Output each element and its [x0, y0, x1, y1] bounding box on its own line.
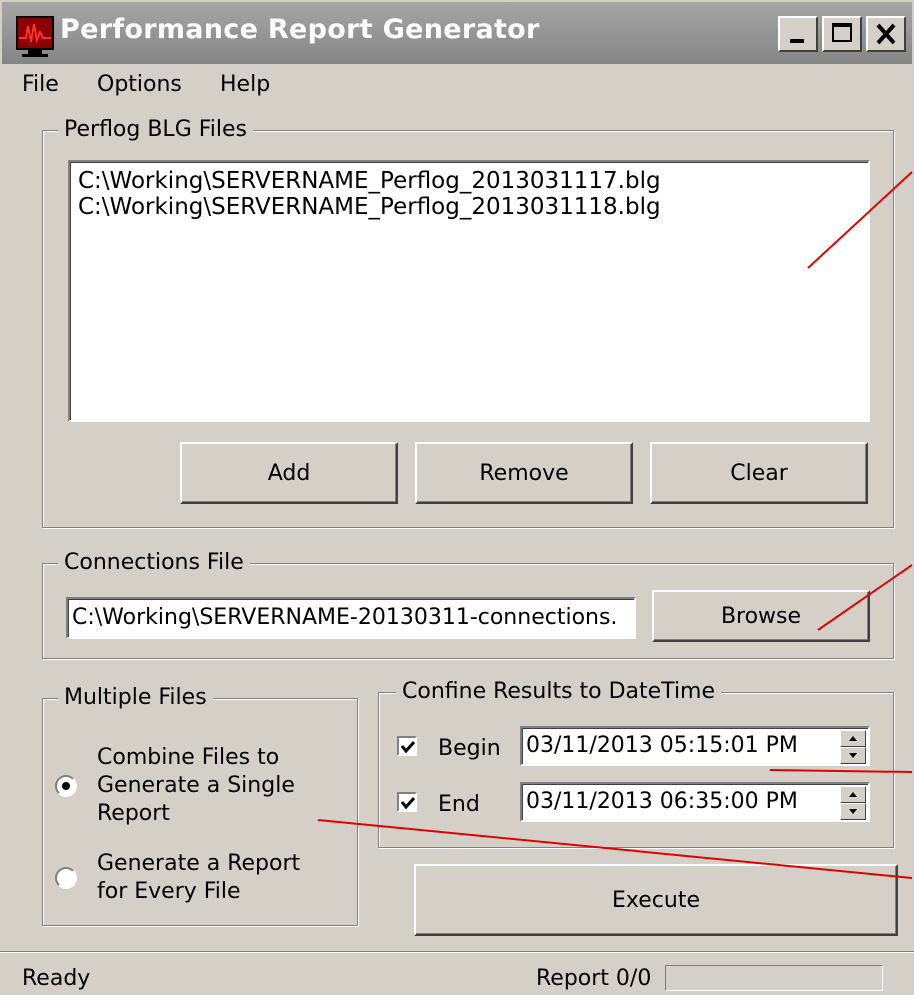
maximize-icon [832, 23, 852, 42]
report-counter: Report 0/0 [536, 966, 652, 991]
title-bar[interactable]: Performance Report Generator [2, 2, 912, 64]
remove-button[interactable]: Remove [415, 442, 633, 504]
clear-button[interactable]: Clear [650, 442, 868, 504]
blg-file-list[interactable]: C:\Working\SERVERNAME_Perflog_2013031117… [68, 160, 870, 422]
checkmark-icon [400, 797, 416, 810]
execute-button[interactable]: Execute [414, 864, 898, 936]
spin-down-icon [849, 753, 857, 758]
begin-label[interactable]: Begin [438, 736, 501, 761]
window-title: Performance Report Generator [60, 14, 540, 45]
perflog-group-label: Perflog BLG Files [58, 117, 254, 143]
connections-path-field[interactable]: C:\Working\SERVERNAME-20130311-connectio… [66, 597, 636, 639]
close-icon [876, 23, 896, 45]
datetime-group-label: Confine Results to DateTime [396, 679, 722, 705]
end-label[interactable]: End [438, 792, 480, 817]
connections-path-value: C:\Working\SERVERNAME-20130311-connectio… [72, 605, 618, 630]
main-window: Performance Report Generator File Option… [0, 0, 914, 995]
begin-spinner[interactable] [840, 730, 866, 764]
spin-up-button[interactable] [840, 730, 866, 747]
spin-down-button[interactable] [840, 747, 866, 764]
menu-options[interactable]: Options [97, 72, 182, 97]
connections-group-label: Connections File [58, 550, 250, 576]
spin-down-button[interactable] [840, 803, 866, 820]
status-separator [0, 951, 914, 953]
combine-files-label[interactable]: Combine Files to Generate a Single Repor… [97, 744, 327, 828]
report-progress-bar [665, 965, 883, 991]
minimize-button[interactable] [778, 16, 818, 52]
browse-button[interactable]: Browse [652, 590, 870, 642]
end-datetime-picker[interactable]: 03/11/2013 06:35:00 PM [520, 782, 870, 822]
maximize-button[interactable] [822, 16, 862, 52]
list-item[interactable]: C:\Working\SERVERNAME_Perflog_2013031118… [78, 194, 661, 220]
end-spinner[interactable] [840, 786, 866, 820]
datetime-group [378, 692, 894, 848]
every-file-label[interactable]: Generate a Report for Every File [97, 850, 337, 906]
begin-datetime-picker[interactable]: 03/11/2013 05:15:01 PM [520, 726, 870, 766]
spin-down-icon [849, 809, 857, 814]
spin-up-button[interactable] [840, 786, 866, 803]
menu-file[interactable]: File [22, 72, 59, 97]
checkmark-icon [400, 741, 416, 754]
begin-checkbox[interactable] [397, 736, 417, 756]
spin-up-icon [849, 736, 857, 741]
add-button[interactable]: Add [180, 442, 398, 504]
app-icon [16, 16, 54, 57]
spin-up-icon [849, 792, 857, 797]
combine-files-radio[interactable] [55, 775, 77, 797]
close-button[interactable] [866, 16, 906, 52]
menu-bar: File Options Help [0, 64, 914, 108]
status-bar: Ready Report 0/0 [0, 951, 914, 995]
begin-datetime-value: 03/11/2013 05:15:01 PM [526, 733, 798, 758]
minimize-icon [790, 39, 804, 43]
status-text: Ready [22, 966, 91, 991]
multiple-files-group-label: Multiple Files [58, 685, 213, 711]
list-item[interactable]: C:\Working\SERVERNAME_Perflog_2013031117… [78, 168, 661, 194]
every-file-radio[interactable] [55, 867, 77, 889]
end-checkbox[interactable] [397, 792, 417, 812]
radio-selected-dot [62, 782, 70, 790]
menu-help[interactable]: Help [220, 72, 270, 97]
end-datetime-value: 03/11/2013 06:35:00 PM [526, 789, 798, 814]
